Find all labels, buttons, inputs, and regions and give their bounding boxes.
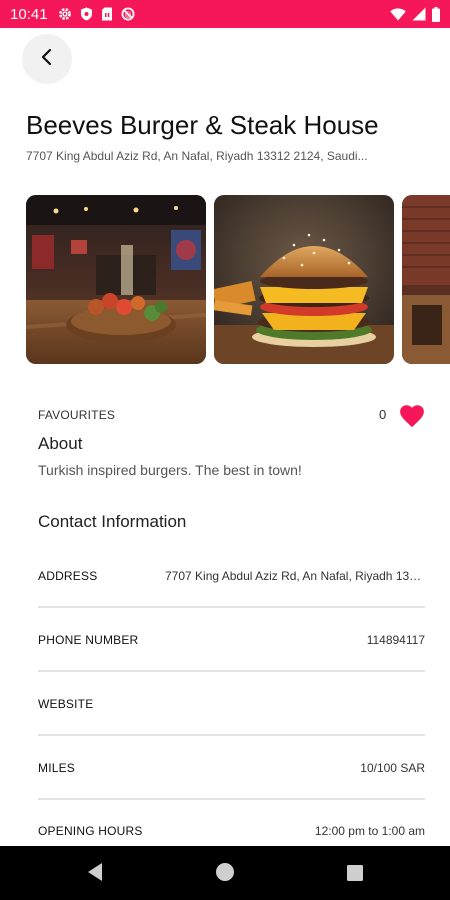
restaurant-interior-photo[interactable] [26,195,206,364]
divider [38,670,425,672]
contact-row-miles[interactable]: MILES 10/100 SAR [38,748,425,788]
contact-heading: Contact Information [38,512,187,531]
contact-row-value: 7707 King Abdul Aziz Rd, An Nafal, Riyad… [165,569,425,583]
contact-row-label: PHONE NUMBER [38,633,139,647]
system-nav-bar [0,846,450,900]
status-icons-left: @ [58,7,135,21]
back-triangle-icon[interactable] [86,861,104,888]
about-heading: About [38,434,83,453]
contact-row-website[interactable]: WEBSITE [38,684,425,724]
status-bar: 10:41 @ [0,0,450,28]
contact-row-opening-hours[interactable]: OPENING HOURS 12:00 pm to 1:00 am [38,811,425,851]
about-text: Turkish inspired burgers. The best in to… [38,462,302,478]
contact-row-phone[interactable]: PHONE NUMBER 114894117 [38,620,425,660]
contact-row-label: OPENING HOURS [38,824,143,838]
restaurant-name: Beeves Burger & Steak House [26,110,379,140]
signal-icon [412,7,426,21]
recents-square-icon[interactable] [346,864,364,887]
photo-gallery-track [26,195,450,364]
contact-row-label: ADDRESS [38,569,98,583]
chevron-left-icon [40,48,54,71]
brick-interior-photo[interactable] [402,195,450,364]
svg-text:@: @ [124,11,131,19]
divider [38,734,425,736]
home-circle-icon[interactable] [215,862,235,887]
favourites-label: FAVOURITES [38,408,116,422]
shield-icon [80,7,93,21]
divider [38,798,425,800]
back-button[interactable] [22,34,72,84]
sim-card-icon [101,7,113,21]
heart-icon[interactable] [398,402,426,430]
contact-row-address[interactable]: ADDRESS 7707 King Abdul Aziz Rd, An Nafa… [38,556,425,596]
no-entry-icon: @ [121,7,135,21]
divider [38,606,425,608]
contact-row-value: 114894117 [366,633,425,647]
status-icons-right [390,6,440,22]
status-time: 10:41 [10,5,48,23]
favourites-count: 0 [379,407,387,422]
contact-row-value: 10/100 SAR [360,761,425,775]
contact-row-value: 12:00 pm to 1:00 am [314,824,425,838]
restaurant-address: 7707 King Abdul Aziz Rd, An Nafal, Riyad… [26,149,368,163]
battery-icon [432,6,440,22]
gear-icon [58,7,72,21]
burger-photo[interactable] [214,195,394,364]
photo-gallery[interactable] [26,195,450,365]
contact-row-label: WEBSITE [38,697,94,711]
wifi-icon [390,7,406,21]
contact-row-label: MILES [38,761,76,775]
